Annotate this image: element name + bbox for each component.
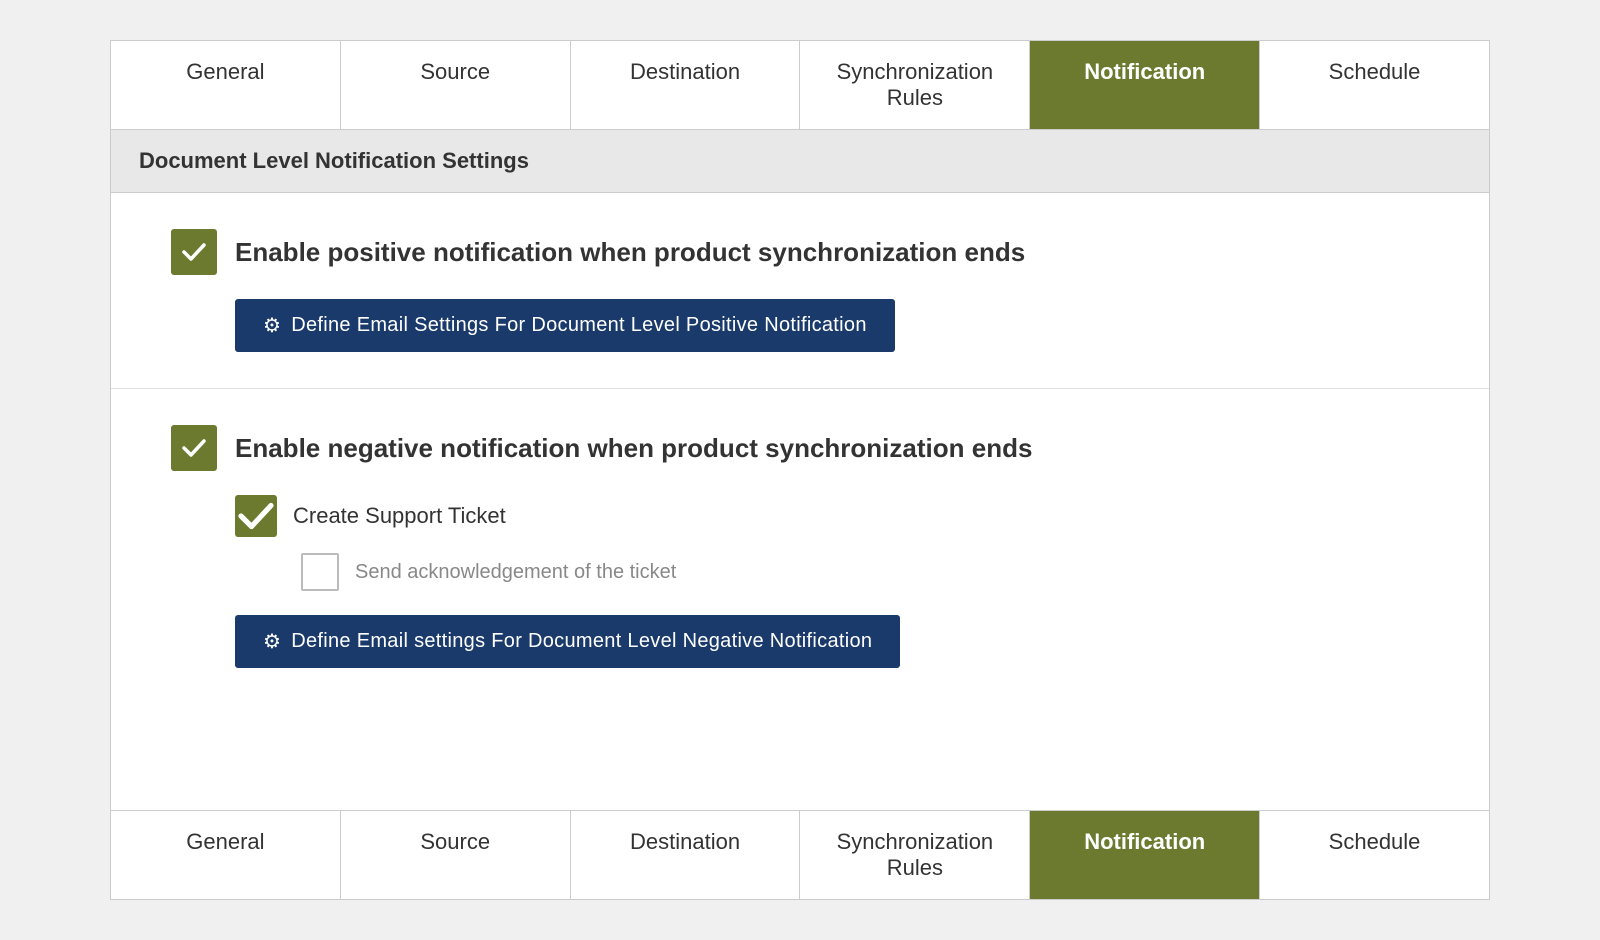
- negative-checkbox-row: Enable negative notification when produc…: [171, 425, 1429, 471]
- define-negative-button-label: Define Email settings For Document Level…: [291, 630, 872, 653]
- tab-schedule[interactable]: Schedule: [1260, 41, 1489, 129]
- tab-sync-rules[interactable]: Synchronization Rules: [800, 41, 1030, 129]
- tab-notification[interactable]: Notification: [1030, 41, 1260, 129]
- define-positive-email-button[interactable]: ⚙ Define Email Settings For Document Lev…: [235, 299, 895, 352]
- tab-sync-rules[interactable]: Synchronization Rules: [800, 811, 1030, 899]
- positive-checkbox-row: Enable positive notification when produc…: [171, 229, 1429, 275]
- tab-schedule[interactable]: Schedule: [1260, 811, 1489, 899]
- send-acknowledgement-label: Send acknowledgement of the ticket: [355, 561, 676, 584]
- positive-notification-block: Enable positive notification when produc…: [111, 193, 1489, 389]
- send-acknowledgement-checkbox[interactable]: [301, 553, 339, 591]
- positive-notification-label: Enable positive notification when produc…: [235, 237, 1025, 268]
- negative-checkbox[interactable]: [171, 425, 217, 471]
- tab-destination[interactable]: Destination: [571, 41, 801, 129]
- bottom-tab-bar: GeneralSourceDestinationSynchronization …: [110, 811, 1490, 900]
- negative-notification-label: Enable negative notification when produc…: [235, 433, 1032, 464]
- gear-icon-positive: ⚙: [263, 313, 281, 338]
- page-wrapper: GeneralSourceDestinationSynchronization …: [0, 20, 1600, 920]
- define-negative-email-button[interactable]: ⚙ Define Email settings For Document Lev…: [235, 615, 900, 668]
- tab-general[interactable]: General: [111, 41, 341, 129]
- negative-notification-block: Enable negative notification when produc…: [111, 389, 1489, 744]
- tab-notification[interactable]: Notification: [1030, 811, 1260, 899]
- content-area: Document Level Notification Settings Ena…: [110, 130, 1490, 811]
- create-ticket-label: Create Support Ticket: [293, 503, 506, 529]
- positive-check-icon: [180, 238, 208, 266]
- bottom-spacer: [171, 668, 1429, 708]
- top-tab-bar: GeneralSourceDestinationSynchronization …: [110, 40, 1490, 130]
- create-ticket-check-icon: [235, 495, 277, 537]
- tab-destination[interactable]: Destination: [571, 811, 801, 899]
- section-header: Document Level Notification Settings: [111, 130, 1489, 193]
- send-acknowledgement-row: Send acknowledgement of the ticket: [301, 553, 1429, 591]
- gear-icon-negative: ⚙: [263, 629, 281, 654]
- section-header-text: Document Level Notification Settings: [139, 148, 529, 173]
- tab-general[interactable]: General: [111, 811, 341, 899]
- create-ticket-checkbox[interactable]: [235, 495, 277, 537]
- define-positive-button-label: Define Email Settings For Document Level…: [291, 314, 867, 337]
- negative-check-icon: [180, 434, 208, 462]
- tab-source[interactable]: Source: [341, 41, 571, 129]
- create-ticket-row: Create Support Ticket: [235, 495, 1429, 537]
- positive-checkbox[interactable]: [171, 229, 217, 275]
- tab-source[interactable]: Source: [341, 811, 571, 899]
